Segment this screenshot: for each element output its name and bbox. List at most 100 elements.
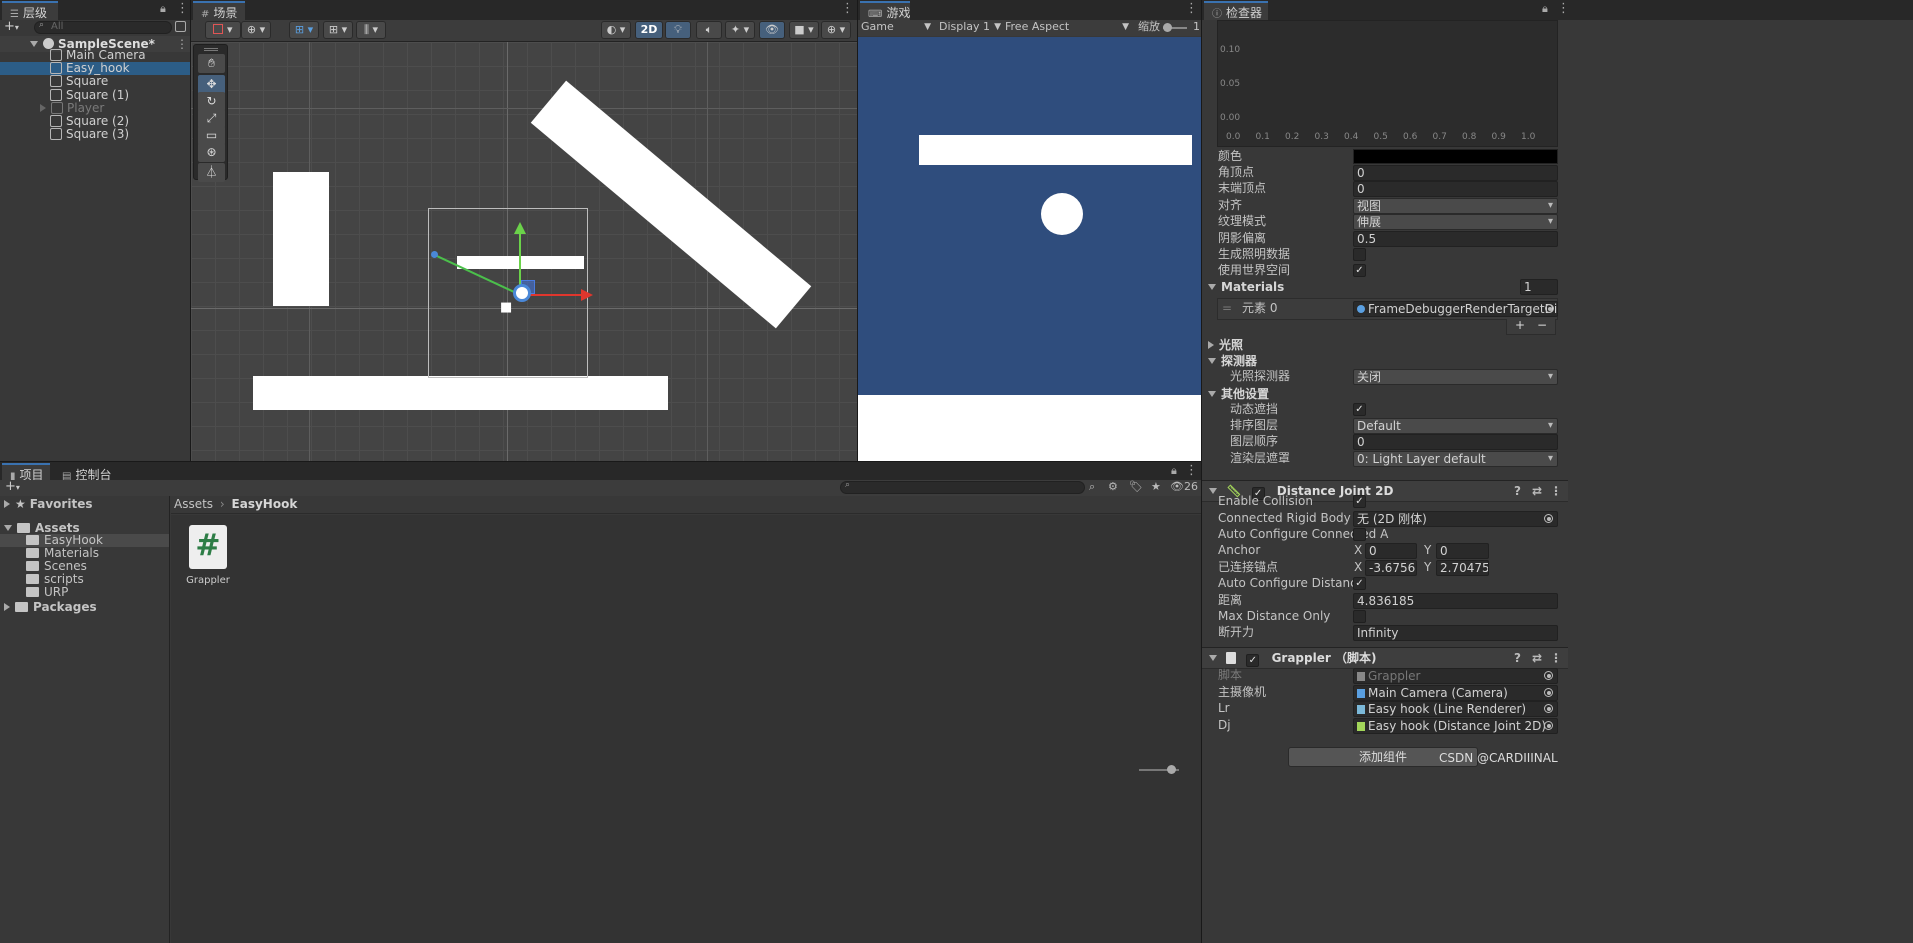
generate-lighting-row-checkbox[interactable] (1353, 248, 1366, 261)
dynamic-occlusion-row-checkbox[interactable]: ✓ (1353, 403, 1366, 416)
distance-joint-ref-row-field[interactable]: Easy hook (Distance Joint 2D) (1353, 718, 1558, 734)
scale-slider-knob[interactable] (1163, 23, 1172, 32)
breadcrumb-assets[interactable]: Assets (174, 497, 213, 511)
hierarchy-item[interactable]: Square (1) (0, 88, 190, 102)
materials-section[interactable]: Materials 1 (1202, 277, 1568, 297)
scale-slider[interactable] (1163, 23, 1187, 32)
camera-button[interactable]: ■ ▾ (789, 21, 819, 39)
add-object-button[interactable]: +▾ (4, 20, 26, 34)
tab-scene[interactable]: # 场景 (193, 1, 245, 20)
scene-viewport[interactable]: ■︎ ✋︎ ✥ ↻ ⤢ ▭ ⊛ ⏃ (191, 42, 857, 461)
tab-hierarchy[interactable]: ☰ 层级 (2, 1, 58, 20)
expand-arrow-icon[interactable] (1208, 358, 1216, 364)
anchor-handle[interactable] (431, 251, 438, 258)
effects-button[interactable]: ✦ ▾ (725, 21, 755, 39)
lock-icon[interactable]: 🔒︎ (1171, 464, 1183, 478)
kebab-menu-icon[interactable]: ⋮ (841, 2, 854, 16)
zoom-slider-knob[interactable] (1167, 765, 1176, 774)
kebab-menu-icon[interactable]: ⋮ (1557, 2, 1570, 16)
kebab-menu-icon[interactable]: ⋮ (1185, 2, 1198, 16)
object-picker-icon[interactable] (1545, 304, 1554, 313)
project-search-input[interactable]: ⌕ (840, 480, 1085, 494)
use-world-space-row-checkbox[interactable]: ✓ (1353, 264, 1366, 277)
hierarchy-item[interactable]: Square (3) (0, 128, 190, 141)
expand-arrow-icon[interactable] (4, 525, 12, 531)
tab-inspector[interactable]: ⓘ 检查器 (1204, 1, 1268, 20)
hierarchy-item[interactable]: Main Camera (0, 49, 190, 62)
hand-tool-icon[interactable]: ✋︎ (198, 54, 225, 73)
tag-icon[interactable]: 🏷︎ (1129, 480, 1143, 493)
2d-toggle[interactable]: 2D (635, 21, 663, 39)
audio-toggle[interactable]: 🔈︎ (696, 21, 722, 39)
kebab-menu-icon[interactable]: ⋮ (176, 2, 189, 16)
object-picker-icon[interactable] (1544, 514, 1553, 523)
object-picker-icon[interactable] (1544, 688, 1553, 697)
width-curve-graph[interactable]: 0.10 0.05 0.00 0.0 0.1 0.2 0.3 0.4 0.5 0.6 0.7 0.8… (1217, 20, 1558, 147)
collapse-arrow-icon[interactable] (1209, 655, 1217, 661)
anchor-row-y-field[interactable]: 0 (1436, 543, 1489, 559)
hierarchy-item[interactable]: Easy_hook (0, 62, 190, 76)
anchor-row-x-field[interactable]: 0 (1365, 543, 1417, 559)
object-picker-icon[interactable] (1544, 671, 1553, 680)
break-force-row-field[interactable]: Infinity (1353, 625, 1558, 641)
search-options-icon[interactable] (175, 21, 186, 32)
enable-collision-row-checkbox[interactable]: ✓ (1353, 495, 1366, 508)
custom-tool-icon[interactable]: ⏃ (198, 163, 225, 182)
aspect-dropdown[interactable]: Free Aspect ▼ (1005, 20, 1131, 36)
packages-row[interactable]: Packages (0, 599, 169, 615)
line-renderer-ref-row-field[interactable]: Easy hook (Line Renderer) (1353, 701, 1558, 717)
favorites-row[interactable]: ★ Favorites (0, 496, 169, 512)
display-dropdown[interactable]: Display 1 ▼ (939, 20, 1001, 36)
hierarchy-search-input[interactable]: ⌕ All (34, 20, 172, 34)
kebab-menu-icon[interactable]: ⋮ (1185, 464, 1198, 478)
asset-item-grappler[interactable]: # Grappler (183, 525, 233, 586)
game-view-dropdown[interactable]: Game ▼ (861, 20, 933, 36)
max-distance-only-row-checkbox[interactable] (1353, 610, 1366, 623)
shading-mode-button[interactable]: ◐ ▾ (601, 21, 631, 39)
game-viewport[interactable] (858, 37, 1201, 461)
end-cap-vertices-row-field[interactable]: 0 (1353, 181, 1558, 197)
square-vertical[interactable] (273, 172, 329, 306)
color-swatch[interactable] (1353, 149, 1558, 164)
expand-arrow-icon[interactable] (1208, 391, 1216, 397)
hidden-count[interactable]: 👁︎26 (1170, 480, 1198, 493)
gizmos-button[interactable]: ⊕ ▾ (821, 21, 851, 39)
camera-gizmo-icon[interactable]: ■︎ (500, 300, 512, 315)
asset-folder-row[interactable]: URP (0, 586, 169, 599)
move-gizmo-y-arrow[interactable] (514, 222, 526, 234)
move-gizmo-x-arrow[interactable] (581, 289, 593, 301)
auto-configure-connected-row-checkbox[interactable] (1353, 528, 1366, 541)
material-element-field[interactable]: FrameDebuggerRenderTargetDispla (1353, 301, 1558, 317)
asset-folder-row[interactable]: scripts (0, 573, 169, 586)
collapse-arrow-icon[interactable] (1208, 284, 1216, 290)
tab-project[interactable]: ▮ 项目 (2, 463, 50, 482)
increment-snap-button[interactable]: ⫼ ▾ (356, 21, 386, 39)
lighting-section[interactable]: 光照 (1202, 337, 1568, 353)
lighting-toggle[interactable]: 💡︎ (665, 21, 691, 39)
drag-handle-icon[interactable]: = (1222, 299, 1232, 318)
breadcrumb-easyhook[interactable]: EasyHook (232, 497, 298, 511)
snap-button[interactable]: ⊞ ▾ (289, 21, 319, 39)
expand-arrow-icon[interactable] (1208, 341, 1214, 349)
hook-point[interactable] (513, 284, 531, 302)
add-element-button[interactable]: + (1515, 318, 1525, 332)
texture-mode-row-field[interactable]: 伸展 (1353, 214, 1558, 230)
favorite-icon[interactable]: ★ (1151, 480, 1161, 493)
order-in-layer-row-field[interactable]: 0 (1353, 434, 1558, 450)
tab-console[interactable]: ▤ 控制台 (54, 463, 114, 482)
materials-count-field[interactable]: 1 (1520, 279, 1558, 295)
tab-game[interactable]: ⌨︎ 游戏 (860, 1, 910, 20)
render-layer-mask-row-field[interactable]: 0: Light Layer default (1353, 451, 1558, 467)
lock-icon[interactable]: 🔒︎ (1542, 2, 1554, 16)
hierarchy-item[interactable]: Square (2) (0, 115, 190, 128)
object-picker-icon[interactable] (1544, 721, 1553, 730)
asset-folder-row[interactable]: Scenes (0, 560, 169, 573)
search-by-label-icon[interactable]: ⚙ (1108, 480, 1118, 493)
hierarchy-item[interactable]: Square (0, 75, 190, 88)
expand-arrow-icon[interactable] (4, 500, 10, 508)
square-floor[interactable] (253, 376, 668, 410)
global-button[interactable]: ⊕ ▾ (241, 21, 271, 39)
lock-icon[interactable]: 🔒︎ (160, 2, 172, 16)
transform-tool-icon[interactable]: ⊛ (198, 143, 225, 162)
object-picker-icon[interactable] (1544, 704, 1553, 713)
